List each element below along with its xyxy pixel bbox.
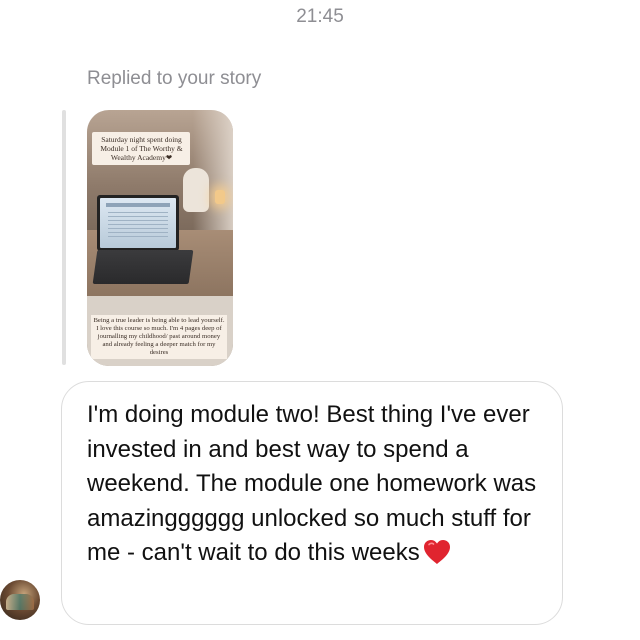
- reply-indicator-bar: [62, 110, 66, 365]
- story-laptop-screen: [97, 195, 179, 251]
- story-top-caption: Saturday night spent doing Module 1 of T…: [92, 132, 190, 165]
- avatar[interactable]: [0, 580, 40, 620]
- story-laptop-display: [100, 198, 176, 248]
- story-preview[interactable]: Saturday night spent doing Module 1 of T…: [87, 110, 233, 366]
- message-text: I'm doing module two! Best thing I've ev…: [87, 401, 537, 566]
- story-vase-decoration: [183, 168, 209, 212]
- story-laptop-keyboard: [92, 250, 194, 284]
- story-bottom-caption: Being a true leader is being able to lea…: [91, 315, 227, 359]
- message-timestamp: 21:45: [296, 6, 344, 27]
- story-candle-decoration: [215, 190, 225, 204]
- red-heart-icon: [422, 538, 452, 566]
- replied-to-story-label: Replied to your story: [87, 68, 262, 89]
- message-bubble[interactable]: I'm doing module two! Best thing I've ev…: [61, 381, 563, 625]
